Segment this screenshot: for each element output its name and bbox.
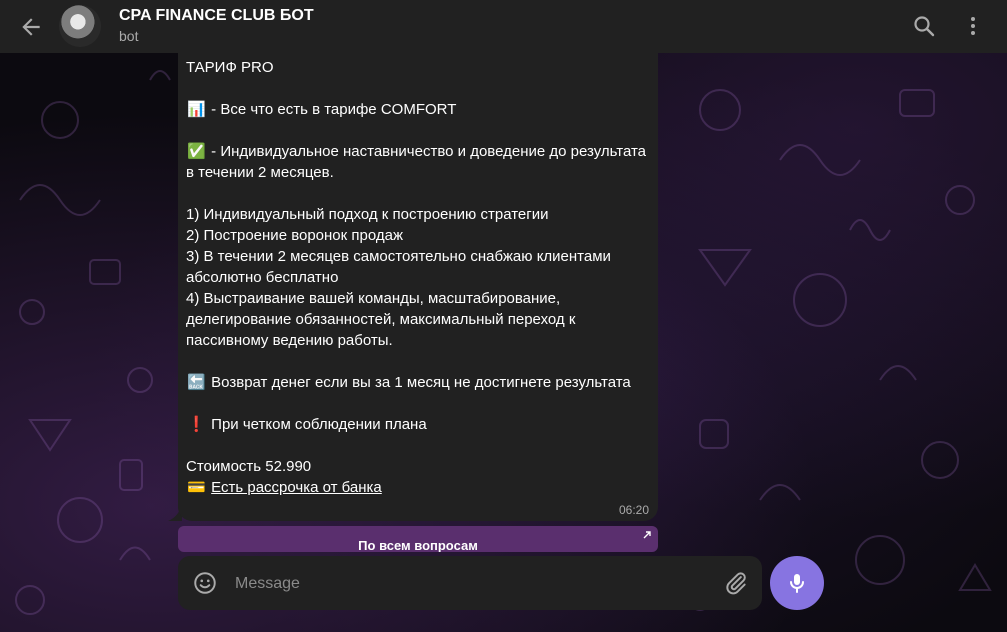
exclamation-emoji-icon: ❗ <box>187 416 206 433</box>
list-item: 1) Индивидуальный подход к построению ст… <box>186 206 549 223</box>
message-composer <box>178 556 762 610</box>
microphone-icon <box>790 574 804 593</box>
smiley-icon[interactable] <box>192 570 218 596</box>
list-item: 3) В течении 2 месяцев самостоятельно сн… <box>186 248 616 286</box>
message-text: ТАРИФ PRO 📊 - Все что есть в тарифе COMF… <box>186 57 652 498</box>
chat-header: CPA FINANCE CLUB БОТ bot <box>0 0 1007 53</box>
inline-button-label: По всем вопросам <box>358 538 478 552</box>
check-emoji-icon: ✅ <box>187 143 206 160</box>
message-title: ТАРИФ PRO <box>186 59 274 76</box>
message-time: 06:20 <box>618 503 649 517</box>
more-vertical-icon[interactable] <box>961 14 985 38</box>
avatar[interactable] <box>59 5 101 47</box>
chat-title[interactable]: CPA FINANCE CLUB БОТ <box>119 7 314 25</box>
message-paragraph-2: - Индивидуальное наставничество и доведе… <box>186 143 651 181</box>
message-input[interactable] <box>233 566 717 602</box>
price-text: Стоимость 52.990 <box>186 458 312 475</box>
list-item: 4) Выстраивание вашей команды, масштабир… <box>186 290 580 349</box>
message-paragraph-3: Возврат денег если вы за 1 месяц не дост… <box>207 374 631 391</box>
installment-link[interactable]: Есть рассрочка от банка <box>211 479 382 496</box>
inline-button-questions[interactable]: По всем вопросам <box>178 526 658 552</box>
chart-emoji-icon: 📊 <box>187 101 206 118</box>
list-item: 2) Построение воронок продаж <box>186 227 403 244</box>
search-icon[interactable] <box>912 14 936 38</box>
external-link-icon <box>643 531 651 539</box>
credit-card-emoji-icon: 💳 <box>187 479 206 496</box>
message-paragraph-1: - Все что есть в тарифе COMFORT <box>207 101 457 118</box>
back-emoji-icon: 🔙 <box>187 374 206 391</box>
microphone-button[interactable] <box>770 556 824 610</box>
paperclip-icon[interactable] <box>723 570 749 596</box>
arrow-left-icon[interactable] <box>18 14 44 40</box>
message-bubble: ТАРИФ PRO 📊 - Все что есть в тарифе COMF… <box>178 53 658 521</box>
chat-subtitle: bot <box>119 28 139 44</box>
message-paragraph-4: При четком соблюдении плана <box>207 416 427 433</box>
